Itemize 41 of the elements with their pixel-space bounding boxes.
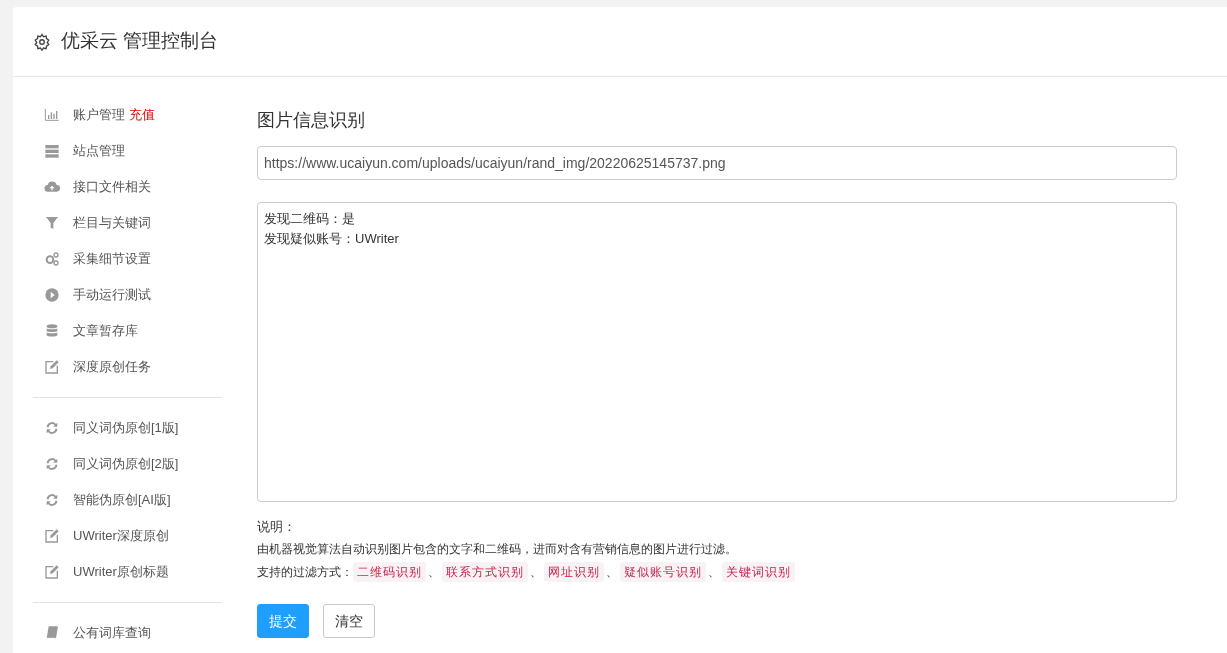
- notes-description: 由机器视觉算法自动识别图片包含的文字和二维码，进而对含有营销信息的图片进行过滤。: [257, 541, 737, 558]
- server-icon: [43, 143, 61, 159]
- recharge-link[interactable]: 充值: [129, 105, 155, 125]
- sidebar-item[interactable]: 深度原创任务: [73, 357, 151, 377]
- method-tag: 疑似账号识别: [620, 562, 706, 582]
- edit-icon: [43, 564, 61, 580]
- method-tag: 联系方式识别: [442, 562, 528, 582]
- notes-heading: 说明：: [257, 518, 296, 537]
- sidebar-item[interactable]: 同义词伪原创[2版]: [73, 454, 179, 474]
- sidebar-item[interactable]: 智能伪原创[AI版]: [73, 490, 171, 510]
- sidebar-item[interactable]: 公有词库查询: [73, 623, 151, 643]
- sidebar-item[interactable]: UWriter深度原创: [73, 526, 169, 546]
- result-box[interactable]: 发现二维码：是 发现疑似账号：UWriter: [257, 202, 1177, 502]
- edit-icon: [43, 359, 61, 375]
- separator: 、: [606, 564, 618, 581]
- separator: 、: [708, 564, 720, 581]
- section-title: 图片信息识别: [257, 109, 366, 132]
- clear-button[interactable]: 清空: [323, 604, 375, 638]
- sidebar-item[interactable]: 文章暂存库: [73, 321, 138, 341]
- sidebar-item[interactable]: 栏目与关键词: [73, 213, 151, 233]
- settings-icon: [33, 32, 51, 51]
- sidebar-item[interactable]: 站点管理: [73, 141, 125, 161]
- sidebar-item[interactable]: 账户管理: [73, 105, 125, 125]
- sidebar-item[interactable]: 接口文件相关: [73, 177, 151, 197]
- method-tag: 网址识别: [544, 562, 604, 582]
- sidebar-item[interactable]: UWriter原创标题: [73, 562, 169, 582]
- console-title: 优采云 管理控制台: [61, 29, 219, 54]
- cloud-upload-icon: [43, 179, 61, 195]
- edit-icon: [43, 528, 61, 544]
- method-tag: 关键词识别: [722, 562, 795, 582]
- chart-icon: [43, 107, 61, 123]
- separator: 、: [428, 564, 440, 581]
- play-circle-icon: [43, 287, 61, 303]
- sidebar-item[interactable]: 采集细节设置: [73, 249, 151, 269]
- sidebar-item[interactable]: 手动运行测试: [73, 285, 151, 305]
- separator: 、: [530, 564, 542, 581]
- sidebar-item[interactable]: 同义词伪原创[1版]: [73, 418, 179, 438]
- methods-label: 支持的过滤方式：: [257, 564, 353, 581]
- filter-icon: [43, 215, 61, 231]
- method-tag: 二维码识别: [353, 562, 426, 582]
- url-field[interactable]: https://www.ucaiyun.com/uploads/ucaiyun/rand_img/20220625145737.png: [257, 146, 1177, 180]
